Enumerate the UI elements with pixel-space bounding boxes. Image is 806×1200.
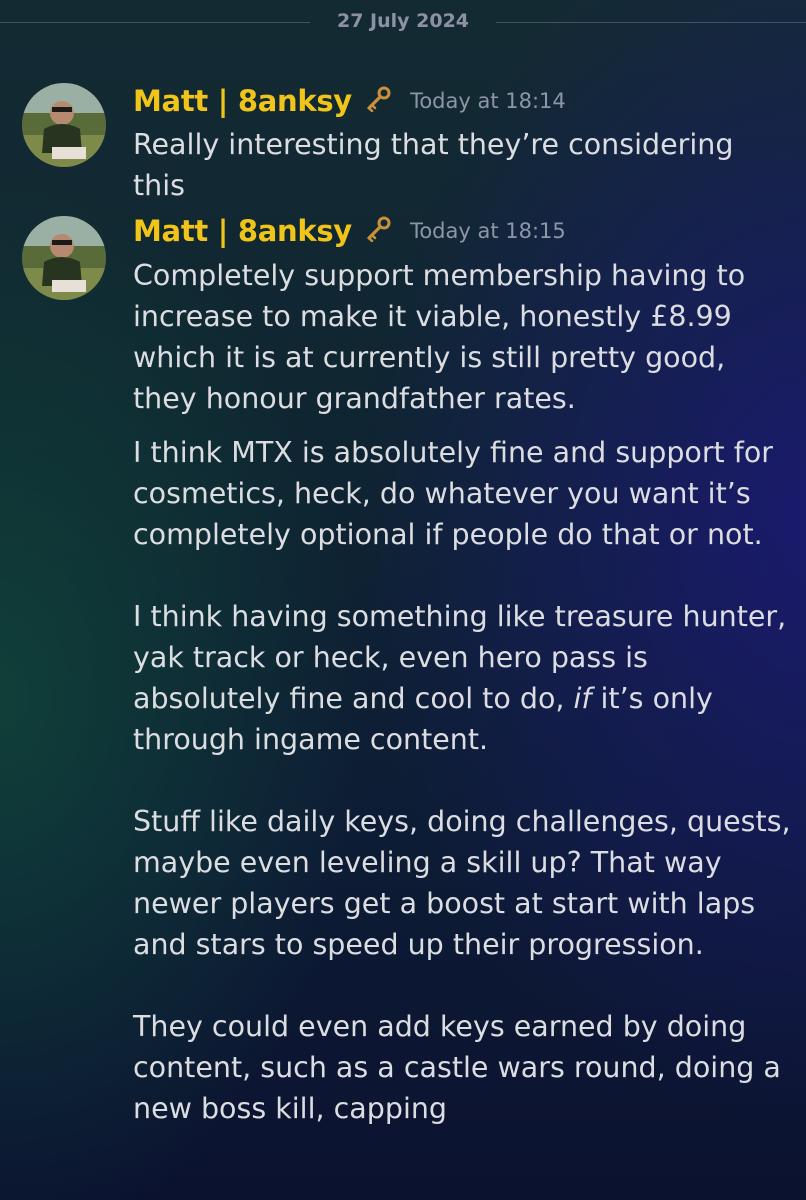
username[interactable]: Matt | 8anksy	[133, 214, 352, 248]
message-header: Matt | 8anksy Today at 18:15	[133, 214, 566, 248]
message-text: Really interesting that they’re consider…	[133, 128, 734, 202]
key-icon	[365, 86, 391, 116]
key-icon	[365, 216, 391, 246]
message-text-segment: it’s only through ingame content. Stuff …	[133, 682, 791, 1125]
message-content: Really interesting that they’re consider…	[133, 124, 793, 206]
message-2: Matt | 8anksy Today at 18:15 Completely …	[0, 200, 806, 1200]
message-paragraph: Completely support membership having to …	[133, 259, 746, 415]
avatar[interactable]	[22, 83, 106, 167]
italic-emphasis: if	[573, 682, 592, 715]
date-divider-label: 27 July 2024	[336, 10, 470, 32]
message-text-segment: I think MTX is absolutely fine and suppo…	[133, 436, 787, 715]
message-paragraph: I think MTX is absolutely fine and suppo…	[133, 432, 793, 1129]
date-divider: 27 July 2024	[0, 0, 806, 46]
divider-line-left	[0, 22, 310, 23]
message-header: Matt | 8anksy Today at 18:14	[133, 84, 566, 118]
message-content: Completely support membership having to …	[133, 255, 793, 1129]
timestamp: Today at 18:14	[410, 89, 566, 113]
divider-line-right	[496, 22, 806, 23]
username[interactable]: Matt | 8anksy	[133, 84, 352, 118]
avatar[interactable]	[22, 216, 106, 300]
message-1: Matt | 8anksy Today at 18:14 Really inte…	[0, 70, 806, 202]
timestamp: Today at 18:15	[410, 219, 566, 243]
